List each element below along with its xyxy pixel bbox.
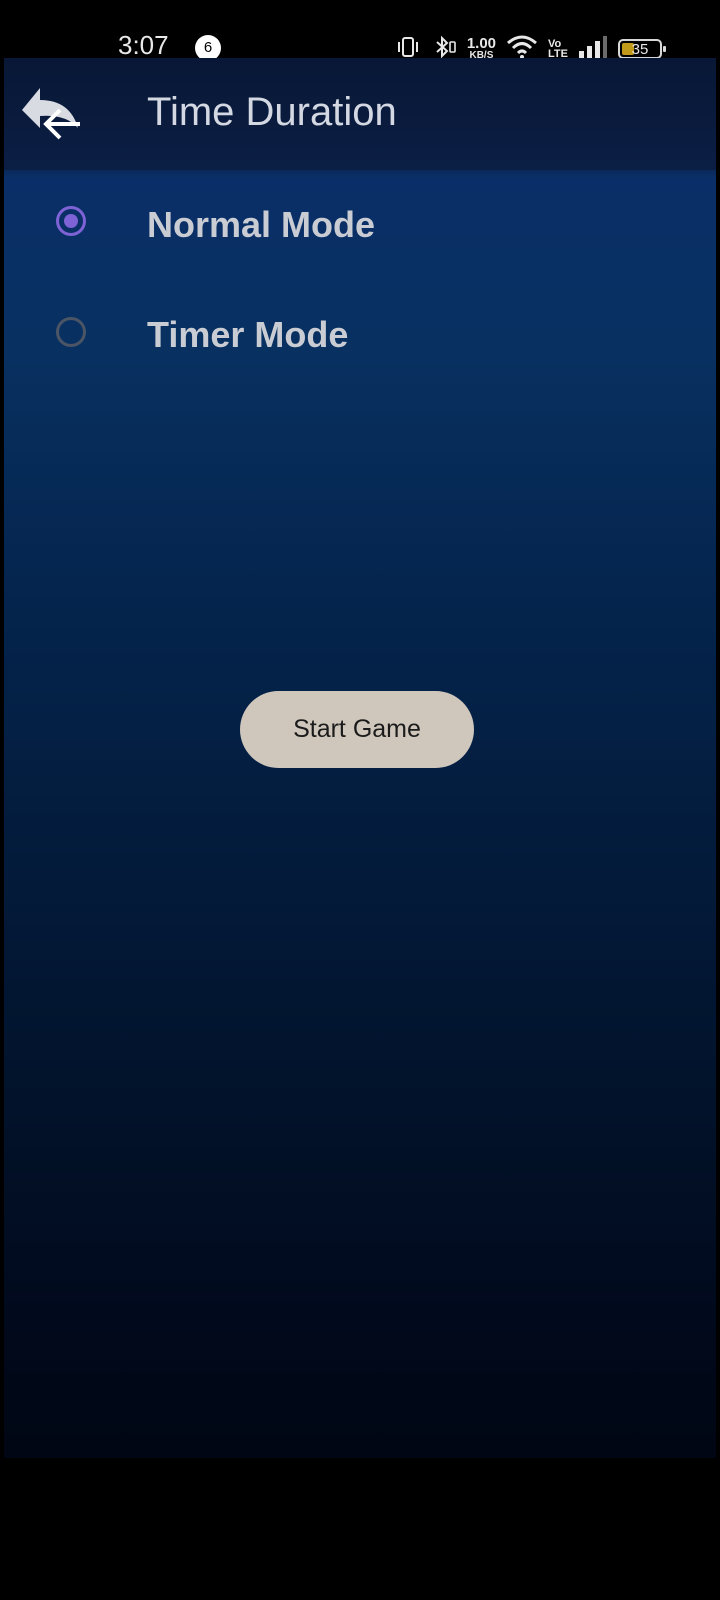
status-bar: 3:07 6 1.00 KB/S Vo LTE 35 [0, 0, 720, 61]
battery-icon: 35 [618, 39, 666, 59]
screen: 3:07 6 1.00 KB/S Vo LTE 35 Time Duration… [0, 0, 720, 1600]
radio-label-normal-mode: Normal Mode [147, 204, 376, 245]
network-speed-value: 1.00 [466, 35, 497, 52]
radio-label-timer-mode: Timer Mode [147, 314, 349, 355]
app-container: Time Duration Normal Mode Timer Mode Sta… [4, 58, 716, 1458]
page-title: Time Duration [147, 90, 397, 134]
battery-level: 35 [631, 40, 649, 58]
radio-button-checked[interactable] [56, 206, 86, 236]
radio-button-unchecked[interactable] [56, 317, 86, 347]
app-header: Time Duration [4, 58, 716, 170]
radio-option-normal-mode[interactable]: Normal Mode [4, 186, 716, 266]
back-button[interactable] [18, 80, 88, 152]
start-game-button[interactable]: Start Game [240, 691, 474, 768]
volte-indicator: Vo LTE [548, 39, 568, 60]
back-arrow-icon [22, 88, 80, 140]
status-time: 3:07 [118, 30, 169, 60]
radio-option-timer-mode[interactable]: Timer Mode [4, 296, 716, 376]
